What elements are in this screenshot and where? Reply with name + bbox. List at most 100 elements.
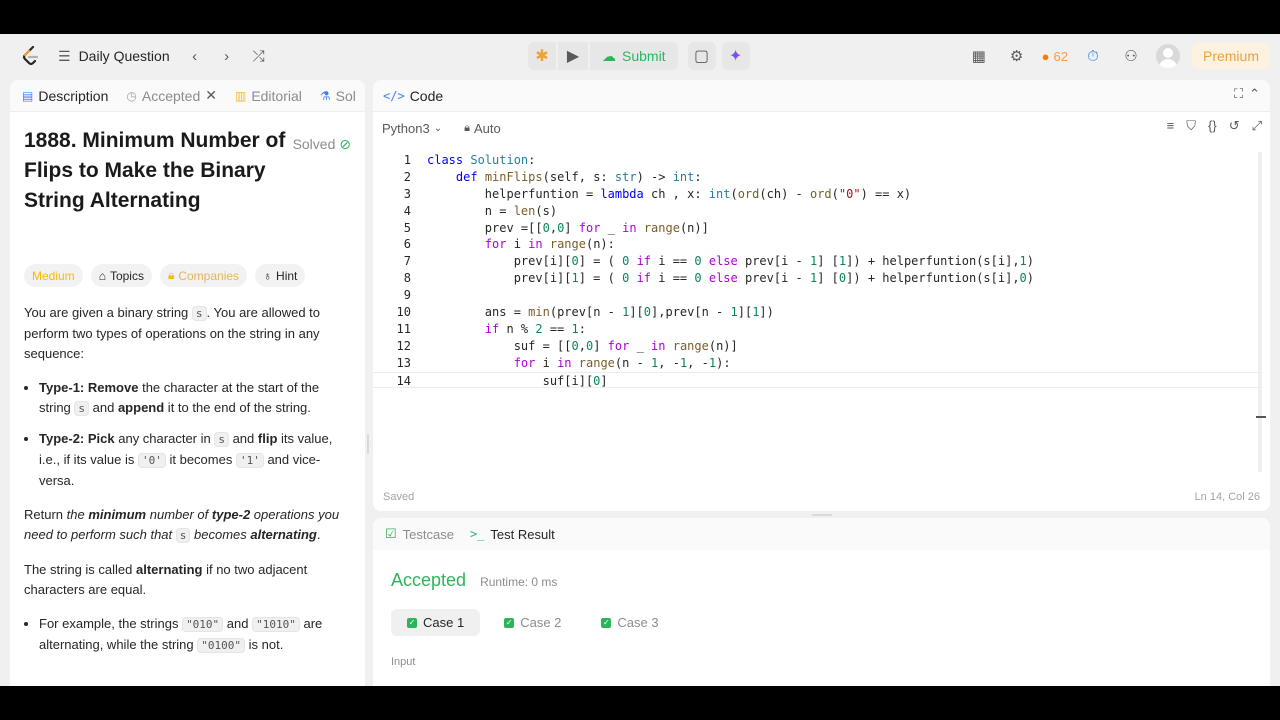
inline-code: s xyxy=(214,432,229,447)
strong-text: flip xyxy=(257,431,278,446)
case-tab-2[interactable]: ✓ Case 2 xyxy=(488,609,577,636)
text: it becomes xyxy=(165,452,236,467)
braces-icon[interactable]: {} xyxy=(1208,118,1217,134)
case-tab-3[interactable]: ✓ Case 3 xyxy=(585,609,674,636)
code-editor[interactable]: 1 class Solution: 2 def minFlips(self, s:… xyxy=(373,152,1263,472)
reset-icon[interactable]: ↺ xyxy=(1229,118,1240,134)
upload-cloud-icon: ☁ xyxy=(602,47,616,64)
inline-code: "0100" xyxy=(197,638,246,653)
terminal-icon: >_ xyxy=(469,527,485,541)
cursor-position: Ln 14, Col 26 xyxy=(1194,491,1260,503)
problem-title[interactable]: 1888. Minimum Number of Flips to Make th… xyxy=(24,126,293,216)
inline-code: s xyxy=(175,528,191,543)
list-item: Type-1: Remove the character at the star… xyxy=(39,378,351,419)
leetcode-app: ☰ Daily Question ‹ › ⤮ ✱ ▶ ☁ Submit ▢ ✦ … xyxy=(0,34,1280,686)
user-avatar[interactable] xyxy=(1155,44,1180,68)
fire-icon: ● xyxy=(1041,48,1050,64)
shuffle-icon[interactable]: ⤮ xyxy=(246,43,272,69)
text: and xyxy=(223,616,253,631)
text: it to the end of the string. xyxy=(164,400,311,415)
submit-button[interactable]: ☁ Submit xyxy=(590,42,678,70)
case-label: Case 2 xyxy=(520,615,562,630)
tab-editorial-label: Editorial xyxy=(251,87,302,104)
inline-code: s xyxy=(74,401,90,416)
tab-editorial[interactable]: ▥ Editorial xyxy=(235,88,302,104)
code-footer: Saved Ln 14, Col 26 xyxy=(383,491,1260,503)
code-panel: </> Code ⛶ ⌃ Python3 ⌄ 🔒︎ Auto ≡ ⛉ {} ↺ … xyxy=(373,80,1270,511)
text: The string is called xyxy=(24,562,136,577)
leetcode-logo-icon[interactable] xyxy=(18,43,44,69)
topics-chip[interactable]: ⌂ Topics xyxy=(90,264,152,287)
operation-list: Type-1: Remove the character at the star… xyxy=(24,378,351,491)
ai-sparkle-button[interactable]: ✦ xyxy=(721,42,750,70)
text: For example, the strings xyxy=(39,616,183,631)
result-tab-bar: ☑ Testcase >_ Test Result xyxy=(373,518,1270,550)
tab-test-result[interactable]: >_ Test Result xyxy=(470,527,555,542)
vertical-resize-handle[interactable] xyxy=(367,434,369,454)
companies-chip[interactable]: 🔒︎ Companies xyxy=(159,264,248,287)
solved-badge: Solved ⊘ xyxy=(293,136,351,153)
submit-label: Submit xyxy=(622,48,666,64)
premium-button[interactable]: Premium xyxy=(1191,43,1270,69)
prev-problem-icon[interactable]: ‹ xyxy=(182,43,208,69)
text: number of xyxy=(146,507,212,522)
tab-description-label: Description xyxy=(38,87,109,104)
text: and xyxy=(89,400,118,415)
editor-scrollbar[interactable] xyxy=(1258,152,1262,472)
strong-text: alternating xyxy=(136,562,203,577)
tab-testcase[interactable]: ☑ Testcase xyxy=(385,526,454,542)
text: any character in xyxy=(114,431,215,446)
check-icon: ✓ xyxy=(504,617,515,628)
inline-code: '1' xyxy=(235,453,264,468)
run-button[interactable]: ▶ xyxy=(558,42,588,70)
expand-icon[interactable]: ⤢ xyxy=(1252,118,1262,134)
desc-paragraph-3: The string is called alternating if no t… xyxy=(24,560,351,600)
hint-chip[interactable]: ♁ Hint xyxy=(255,264,306,287)
runtime-text: Runtime: 0 ms xyxy=(480,575,558,589)
problem-list-toggle[interactable]: ☰ Daily Question xyxy=(58,48,170,65)
tab-solutions[interactable]: ⚗ Sol xyxy=(320,88,356,104)
hint-label: Hint xyxy=(276,268,298,283)
text: is not. xyxy=(245,637,284,652)
timer-icon[interactable]: ⏱ xyxy=(1080,43,1106,69)
settings-gear-icon[interactable]: ⚙ xyxy=(1004,43,1030,69)
tag-icon: ⌂ xyxy=(98,268,106,283)
inline-code: "1010" xyxy=(252,617,300,632)
horizontal-resize-handle[interactable] xyxy=(812,514,832,516)
collapse-icon[interactable]: ⌃ xyxy=(1249,86,1260,102)
next-problem-icon[interactable]: › xyxy=(214,43,240,69)
tab-accepted[interactable]: ◷ Accepted ✕ xyxy=(126,87,217,104)
add-friend-icon[interactable]: ⚇ xyxy=(1118,43,1144,69)
text: the xyxy=(66,507,89,522)
auto-mode[interactable]: 🔒︎ Auto xyxy=(464,121,501,136)
problem-description: You are given a binary string s. You are… xyxy=(24,303,351,656)
case-tab-1[interactable]: ✓ Case 1 xyxy=(391,609,481,636)
strong-text: minimum xyxy=(88,507,147,522)
notes-button[interactable]: ▢ xyxy=(687,42,716,70)
layout-grid-icon[interactable]: ▦ xyxy=(966,43,992,69)
text: becomes xyxy=(190,527,251,542)
test-result-panel: ☑ Testcase >_ Test Result Accepted Runti… xyxy=(373,518,1270,686)
list-item: Type-2: Pick any character in s and flip… xyxy=(39,429,351,491)
language-select[interactable]: Python3 ⌄ xyxy=(382,121,442,136)
format-icon[interactable]: ≡ xyxy=(1167,118,1175,134)
topics-label: Topics xyxy=(109,268,144,283)
auto-mode-label: Auto xyxy=(473,120,501,136)
list-icon: ☰ xyxy=(58,47,71,64)
history-icon: ◷ xyxy=(126,88,137,103)
fullscreen-icon[interactable]: ⛶ xyxy=(1234,86,1243,102)
bookmark-icon[interactable]: ⛉ xyxy=(1186,118,1196,134)
text: Return xyxy=(24,507,67,522)
solved-label: Solved xyxy=(292,136,336,152)
streak-counter[interactable]: ● 62 xyxy=(1042,49,1068,64)
saved-status: Saved xyxy=(383,491,415,503)
case-tabs: ✓ Case 1 ✓ Case 2 ✓ Case 3 xyxy=(391,609,1252,636)
check-icon: ✓ xyxy=(407,617,417,628)
close-icon[interactable]: ✕ xyxy=(205,87,217,104)
tab-test-result-label: Test Result xyxy=(490,526,555,542)
debug-button[interactable]: ✱ xyxy=(528,42,556,70)
tab-description[interactable]: ▤ Description xyxy=(22,88,108,104)
book-icon: ▥ xyxy=(234,88,247,103)
strong-text: Type-2: Pick xyxy=(39,431,115,446)
chevron-down-icon: ⌄ xyxy=(433,122,443,134)
